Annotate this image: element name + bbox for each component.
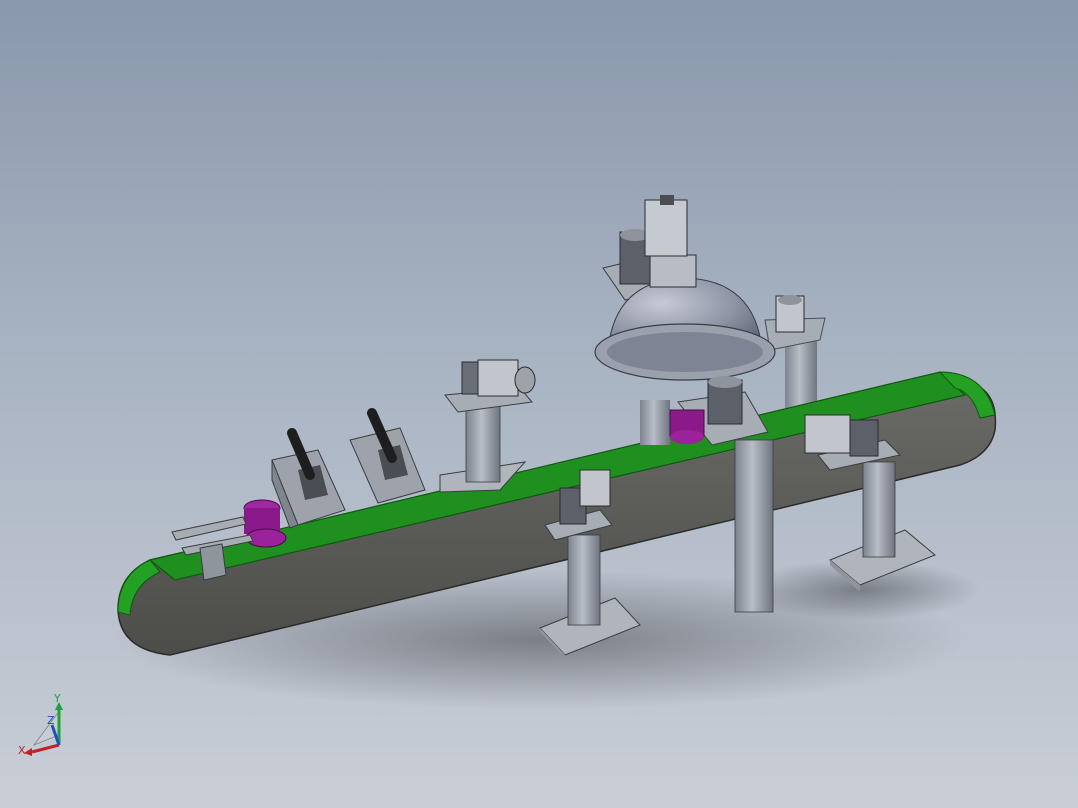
conveyor-inspection-assembly-model[interactable] — [0, 0, 1078, 808]
pusher-unit-left[interactable] — [271, 428, 346, 529]
pusher-unit-right[interactable] — [349, 408, 426, 504]
x-axis-label: X — [18, 744, 26, 757]
reference-triad[interactable]: Y X Z — [14, 690, 84, 760]
camera-station-rear[interactable] — [775, 295, 805, 333]
z-axis-label: Z — [47, 714, 55, 727]
x-axis-arrow — [31, 743, 60, 754]
graphics-viewport[interactable]: Y X Z — [0, 0, 1078, 808]
y-axis-label: Y — [53, 692, 61, 705]
dome-station[interactable] — [594, 195, 776, 613]
workpiece-middle[interactable] — [669, 409, 705, 444]
